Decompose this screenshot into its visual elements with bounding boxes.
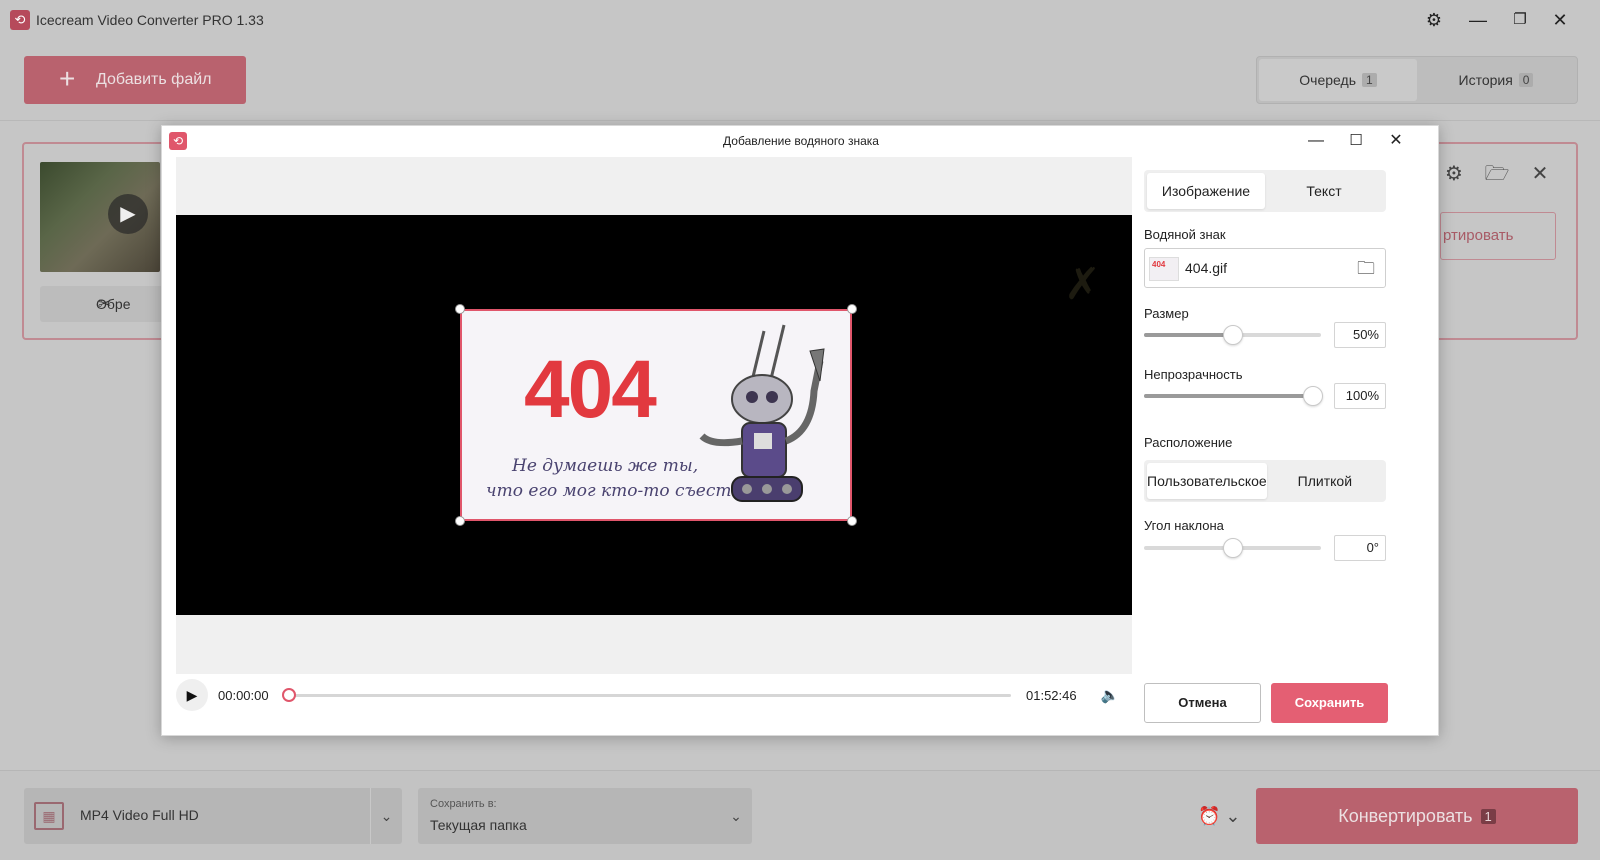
video-thumbnail[interactable]: ▶	[40, 162, 160, 272]
tab-queue[interactable]: Очередь 1	[1259, 59, 1417, 101]
plus-icon: +	[59, 63, 76, 94]
dialog-actions: Отмена Сохранить	[1144, 126, 1389, 737]
save-button[interactable]: Сохранить	[1271, 683, 1388, 723]
save-value: Текущая папка	[430, 817, 527, 833]
format-select[interactable]: ▦ MP4 Video Full HD ⌄	[24, 788, 402, 844]
card-open-folder-icon[interactable]: 🗁	[1483, 160, 1511, 188]
resize-handle-top-right[interactable]	[847, 304, 857, 314]
watermark-image[interactable]: 404 Не думаешь же ты, что его мог кто-то…	[460, 309, 852, 521]
card-remove-close-icon[interactable]: ✕	[1526, 160, 1554, 188]
watermark-404-text: 404	[524, 344, 657, 435]
minimize-button[interactable]: —	[1464, 8, 1492, 32]
resize-handle-top-left[interactable]	[455, 304, 465, 314]
volume-icon[interactable]: 🔈	[1098, 684, 1122, 708]
restore-button[interactable]: ❐	[1506, 8, 1534, 32]
seek-knob[interactable]	[282, 688, 296, 702]
settings-gear-icon[interactable]: ⚙	[1420, 8, 1448, 32]
video-player-controls: ▶ 00:00:00 01:52:46 🔈	[176, 676, 1132, 716]
watermark-dialog: ⟲ Добавление водяного знака — ☐ ✕ ✗ 404 …	[161, 125, 1439, 736]
watermark-caption-line1: Не думаешь же ты,	[512, 456, 699, 476]
add-file-button[interactable]: + Добавить файл	[24, 56, 246, 104]
tab-queue-count: 1	[1362, 73, 1377, 87]
schedule-clock-icon[interactable]: ⏰ ⌄	[1198, 802, 1244, 830]
current-time: 00:00:00	[218, 688, 269, 703]
chevron-down-icon[interactable]: ⌄	[720, 788, 752, 844]
divider	[0, 120, 1600, 121]
trim-button[interactable]: ✂ Обре	[40, 286, 170, 322]
video-preview: ✗ 404 Не думаешь же ты, что его мог кто-…	[176, 215, 1132, 615]
play-icon[interactable]: ▶	[108, 194, 148, 234]
icecream-logo-icon: ⟲	[10, 10, 30, 30]
resize-handle-bottom-right[interactable]	[847, 516, 857, 526]
app-title: Icecream Video Converter PRO 1.33	[36, 12, 264, 28]
total-time: 01:52:46	[1026, 688, 1077, 703]
tab-history-label: История	[1458, 72, 1513, 88]
tab-history-count: 0	[1518, 73, 1534, 87]
close-button[interactable]: ✕	[1546, 8, 1574, 32]
seek-bar[interactable]	[282, 688, 1011, 702]
queue-history-tabs: Очередь 1 История 0	[1256, 56, 1578, 104]
film-icon: ▦	[34, 802, 64, 830]
chevron-down-icon[interactable]: ⌄	[370, 788, 402, 844]
save-location-select[interactable]: Сохранить в: Текущая папка ⌄	[418, 788, 752, 844]
play-icon[interactable]: ▶	[176, 679, 208, 711]
tab-queue-label: Очередь	[1299, 72, 1356, 88]
add-file-label: Добавить файл	[96, 71, 212, 88]
preview-stage: ✗ 404 Не думаешь же ты, что его мог кто-…	[176, 157, 1132, 674]
convert-all-label: Конвертировать	[1338, 805, 1473, 826]
convert-all-button[interactable]: Конвертировать 1	[1256, 788, 1578, 844]
robot-illustration	[699, 324, 825, 502]
tab-history[interactable]: История 0	[1417, 59, 1575, 101]
convert-file-button[interactable]: ртировать	[1440, 212, 1556, 260]
format-label: MP4 Video Full HD	[80, 807, 199, 823]
resize-handle-bottom-left[interactable]	[455, 516, 465, 526]
app-titlebar: ⟲ Icecream Video Converter PRO 1.33 ⚙ — …	[0, 0, 1600, 40]
convert-count-badge: 1	[1480, 808, 1496, 824]
video-logo-icon: ✗	[1064, 259, 1101, 310]
card-settings-gear-icon[interactable]: ⚙	[1440, 160, 1468, 188]
save-caption: Сохранить в:	[430, 798, 497, 810]
scissors-icon: ✂	[98, 296, 112, 313]
cancel-button[interactable]: Отмена	[1144, 683, 1261, 723]
